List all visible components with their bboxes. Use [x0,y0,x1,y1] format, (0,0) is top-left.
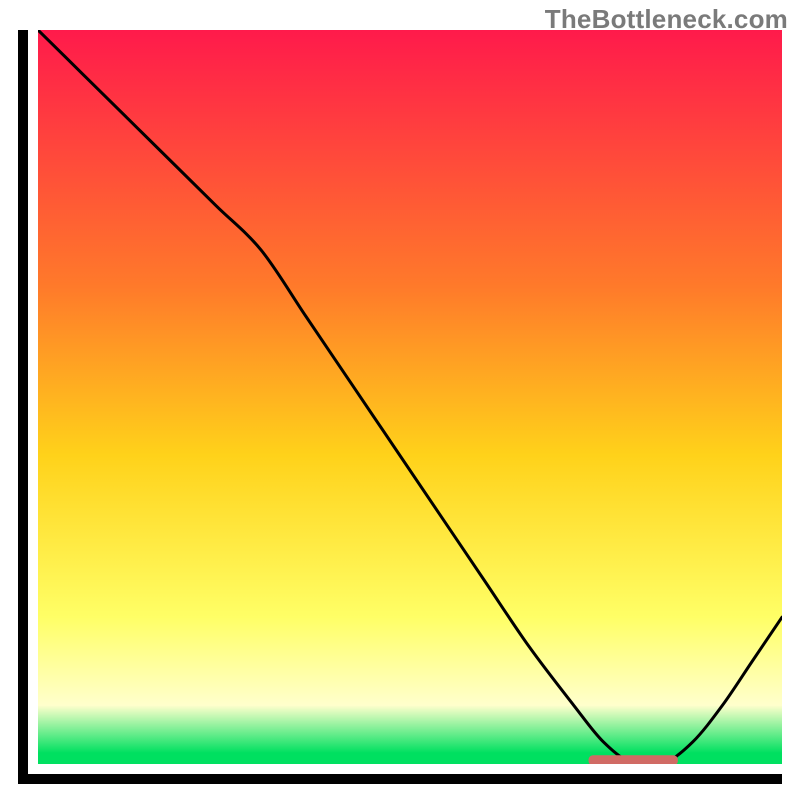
axis-border [18,30,782,784]
chart-frame: TheBottleneck.com [0,0,800,800]
plot-area [38,30,782,764]
optimal-range-marker [38,30,782,764]
